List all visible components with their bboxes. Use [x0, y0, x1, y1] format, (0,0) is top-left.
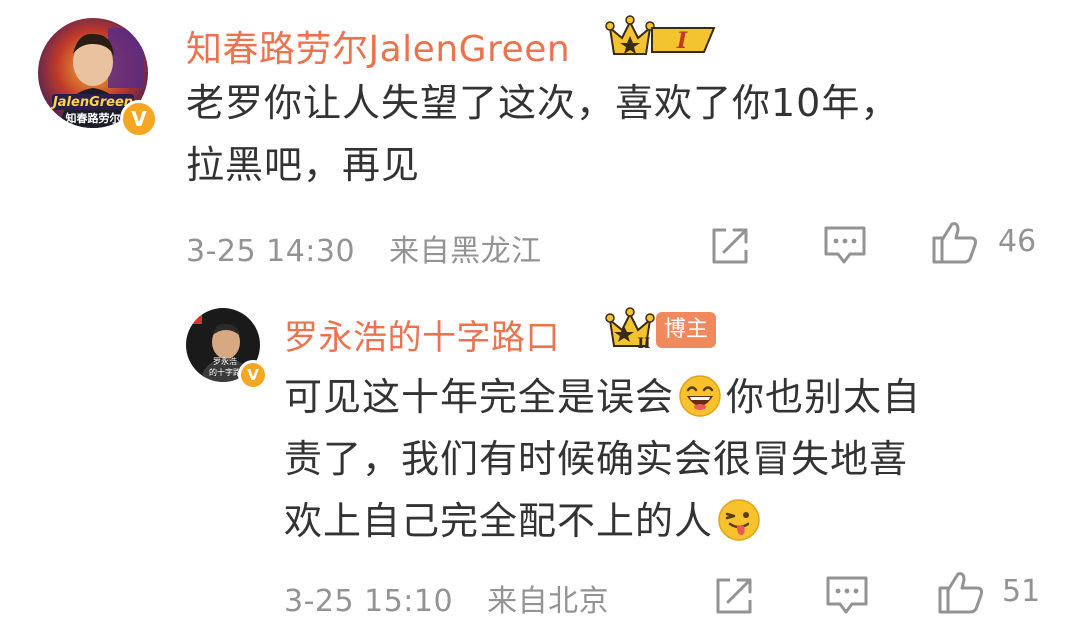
membership-crown-badge-icon[interactable]: II	[604, 306, 660, 354]
reply-text-line-1: 可见这十年完全是误会 你也别太自	[284, 366, 921, 428]
timestamp-time: 3-25 14:30	[186, 234, 356, 269]
avatar-caption-2: 的十字路	[209, 367, 241, 377]
comment-icon[interactable]	[824, 572, 870, 616]
avatar-jalen-green[interactable]: JalenGreen 知春路劳尔 V	[38, 18, 158, 138]
avatar-caption-text: 知春路劳尔	[65, 111, 121, 125]
reply-text-part-2: 你也别太自	[726, 375, 922, 419]
share-icon[interactable]	[712, 574, 756, 618]
thumbs-up-icon[interactable]	[930, 218, 980, 266]
reply-timestamp: 3-25 15:10 来自北京	[284, 576, 609, 620]
comment-text-line-1: 老罗你让人失望了这次，喜欢了你10年，	[186, 81, 900, 125]
username-link[interactable]: 知春路劳尔JalenGreen	[186, 20, 570, 72]
comment-item-1: JalenGreen 知春路劳尔 V 知春路劳尔JalenGreen I 老罗你…	[0, 0, 1080, 290]
avatar-jersey-text: JalenGreen	[50, 95, 133, 110]
comment-text-line-2: 拉黑吧，再见	[186, 143, 421, 187]
verified-mark: V	[247, 366, 259, 384]
thumbs-up-icon[interactable]	[936, 568, 986, 616]
membership-crown-badge-icon[interactable]: I	[604, 14, 720, 62]
verified-mark: V	[131, 107, 147, 131]
timestamp-location: 来自北京	[487, 584, 610, 619]
reply-text-part-3: 欢上自己完全配不上的人	[284, 499, 714, 543]
comment-icon[interactable]	[822, 222, 868, 266]
username-link[interactable]: 罗永浩的十字路口	[284, 310, 560, 359]
share-icon[interactable]	[708, 224, 752, 268]
grinning-emoji-icon	[679, 374, 721, 417]
winking-tongue-emoji-icon	[718, 498, 760, 541]
badge-level: I	[676, 28, 688, 54]
verified-badge-icon: V	[120, 100, 158, 138]
comment-timestamp: 3-25 14:30 来自黑龙江	[186, 226, 542, 270]
reply-text-line-3: 欢上自己完全配不上的人	[284, 490, 765, 552]
timestamp-time: 3-25 15:10	[284, 584, 454, 619]
avatar-caption-1: 罗永浩	[213, 356, 237, 366]
host-tag-badge: 博主	[656, 312, 717, 348]
like-count: 51	[1002, 574, 1041, 609]
reply-text-line-2: 责了，我们有时候确实会很冒失地喜	[284, 437, 909, 481]
comment-item-2: 罗永浩 的十字路 V 罗永浩的十字路口 II 博主 可见这十年完全是误会 你也别…	[0, 290, 1080, 640]
reply-text-part-1: 可见这十年完全是误会	[284, 375, 675, 419]
avatar-luo-yonghao[interactable]: 罗永浩 的十字路 V	[186, 308, 268, 390]
badge-level: II	[637, 336, 650, 352]
timestamp-location: 来自黑龙江	[389, 234, 542, 269]
like-count: 46	[998, 224, 1037, 259]
verified-badge-icon: V	[238, 360, 268, 390]
